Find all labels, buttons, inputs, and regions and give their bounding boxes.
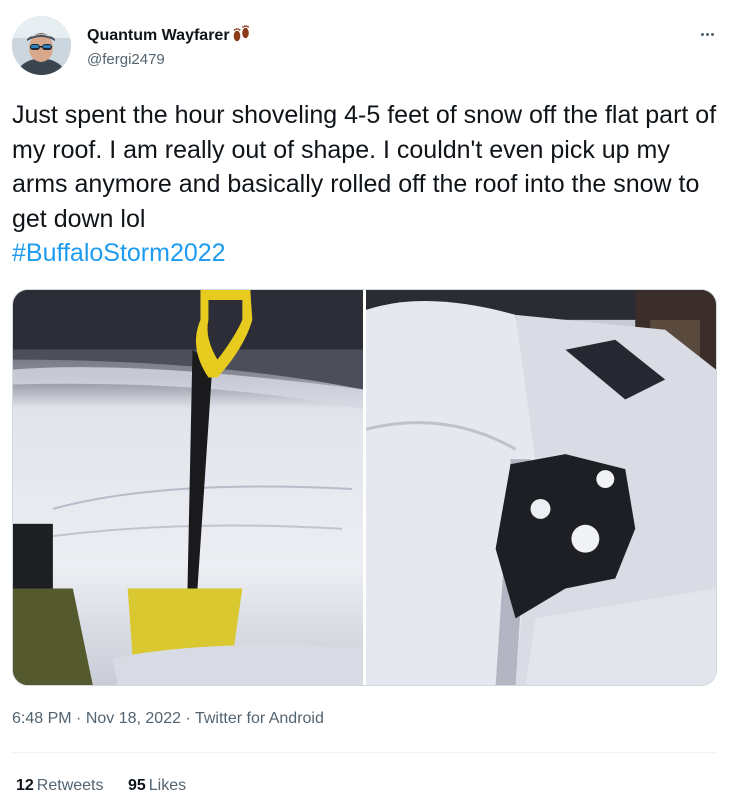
avatar-image bbox=[12, 16, 71, 75]
media-grid bbox=[12, 289, 717, 686]
likes-label: Likes bbox=[148, 777, 187, 794]
tweet-text: Just spent the hour shoveling 4-5 feet o… bbox=[12, 98, 717, 271]
footprints-icon bbox=[232, 25, 251, 48]
retweets-count: 12 bbox=[16, 777, 34, 794]
retweets-label: Retweets bbox=[36, 777, 104, 794]
tweet-date[interactable]: Nov 18, 2022 bbox=[86, 710, 181, 727]
avatar[interactable] bbox=[12, 16, 71, 75]
tweet-meta: 6:48 PM · Nov 18, 2022 · Twitter for And… bbox=[12, 710, 324, 728]
photo-snow-shovel[interactable] bbox=[13, 290, 363, 685]
display-name-text: Quantum Wayfarer bbox=[87, 27, 230, 44]
meta-separator: · bbox=[71, 710, 86, 727]
hashtag-link[interactable]: #BuffaloStorm2022 bbox=[12, 239, 226, 267]
photo-snow-roof[interactable] bbox=[365, 290, 716, 685]
snow-shovel-photo bbox=[13, 290, 363, 685]
tweet-time[interactable]: 6:48 PM bbox=[12, 710, 72, 727]
likes-count: 95 bbox=[127, 777, 146, 794]
retweets-stat[interactable]: 12 Retweets bbox=[16, 777, 104, 795]
more-options-icon[interactable] bbox=[695, 22, 719, 46]
snow-roof-photo bbox=[365, 290, 716, 685]
meta-separator: · bbox=[181, 710, 195, 727]
tweet-stats: 12 Retweets 95 Likes bbox=[16, 777, 206, 795]
tweet-body: Just spent the hour shoveling 4-5 feet o… bbox=[12, 101, 717, 233]
likes-stat[interactable]: 95 Likes bbox=[128, 777, 186, 795]
author-handle[interactable]: @fergi2479 bbox=[87, 51, 165, 68]
tweet-source[interactable]: Twitter for Android bbox=[195, 710, 324, 727]
author-display-name[interactable]: Quantum Wayfarer bbox=[87, 25, 251, 48]
divider bbox=[12, 752, 717, 753]
